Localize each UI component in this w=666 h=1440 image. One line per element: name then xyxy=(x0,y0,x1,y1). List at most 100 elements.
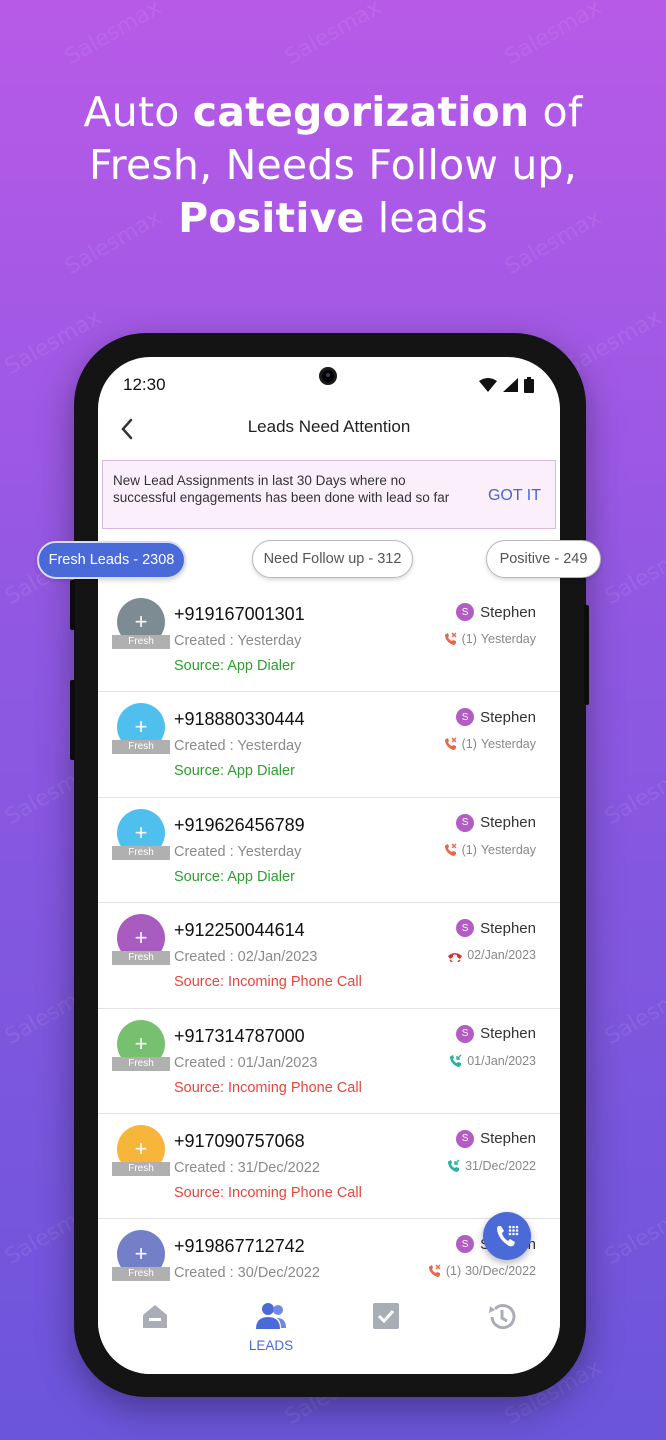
info-banner: New Lead Assignments in last 30 Days whe… xyxy=(102,460,556,529)
owner-name: Stephen xyxy=(480,1130,536,1148)
promo-headline: Auto categorization of Fresh, Needs Foll… xyxy=(83,88,583,242)
phone-side-button xyxy=(70,580,75,630)
lead-phone-number: +919167001301 xyxy=(174,604,305,624)
lead-created-date: Created : Yesterday xyxy=(174,633,302,649)
status-time: 12:30 xyxy=(123,375,166,394)
owner-name: Stephen xyxy=(480,1025,536,1043)
lead-source: Source: Incoming Phone Call xyxy=(174,1079,362,1096)
dialer-fab[interactable] xyxy=(483,1212,531,1260)
call-date: Yesterday xyxy=(480,737,536,752)
nav-leads[interactable]: LEADS xyxy=(241,1301,301,1353)
fresh-tag: Fresh xyxy=(112,845,170,860)
call-date: 31/Dec/2022 xyxy=(465,1158,536,1173)
call-count: (1) xyxy=(461,842,477,857)
missed-call-icon xyxy=(444,843,457,856)
lead-row[interactable]: + Fresh +919167001301 Created : Yesterda… xyxy=(98,587,560,693)
owner-name: Stephen xyxy=(480,708,536,726)
lead-owner: S Stephen xyxy=(456,813,536,832)
fresh-tag: Fresh xyxy=(112,1161,170,1176)
nav-leads-label: LEADS xyxy=(248,1338,294,1353)
lead-phone-number: +918880330444 xyxy=(174,709,305,730)
lead-source: Source: App Dialer xyxy=(174,868,295,885)
history-icon xyxy=(489,1304,516,1330)
got-it-button[interactable]: GOT IT xyxy=(488,487,541,505)
phone-side-button xyxy=(584,605,589,705)
lead-owner: S Stephen xyxy=(456,919,536,938)
watermark-text: Salesmax xyxy=(600,1195,666,1270)
last-call-info: 01/Jan/2023 xyxy=(449,1054,536,1068)
lead-phone-number: +917314787000 xyxy=(174,1025,305,1046)
tab-fresh-leads[interactable]: Fresh Leads - 2308 xyxy=(37,541,186,579)
lead-phone-number: +912250044614 xyxy=(174,920,305,941)
front-camera xyxy=(319,367,337,385)
incoming-call-icon xyxy=(450,1054,462,1067)
owner-avatar: S xyxy=(456,603,475,621)
lead-source: Source: Incoming Phone Call xyxy=(174,974,362,991)
owner-avatar: S xyxy=(456,708,475,727)
app-bar: Leads Need Attention xyxy=(98,409,560,449)
owner-name: Stephen xyxy=(480,919,536,937)
call-date: 02/Jan/2023 xyxy=(467,948,536,963)
tab-need-follow-up[interactable]: Need Follow up - 312 xyxy=(252,540,413,578)
tab-positive[interactable]: Positive - 249 xyxy=(486,540,601,578)
lead-row[interactable]: + Fresh +917314787000 Created : 01/Jan/2… xyxy=(98,1009,560,1114)
last-call-info: (1) Yesterday xyxy=(444,843,536,857)
missed-call-icon xyxy=(428,1264,441,1278)
lead-created-date: Created : 01/Jan/2023 xyxy=(174,1054,318,1071)
call-date: Yesterday xyxy=(480,632,536,646)
lead-row[interactable]: + Fresh +919626456789 Created : Yesterda… xyxy=(98,798,560,904)
owner-avatar: S xyxy=(456,1235,475,1254)
call-date: Yesterday xyxy=(480,842,536,857)
call-date: 30/Dec/2022 xyxy=(465,1264,536,1279)
watermark-text: Salesmax xyxy=(600,535,666,610)
watermark-text: Salesmax xyxy=(280,0,386,70)
leads-people-icon xyxy=(256,1303,286,1329)
call-count: (1) xyxy=(461,632,477,646)
owner-avatar: S xyxy=(456,1129,475,1148)
watermark-text: Salesmax xyxy=(500,0,606,70)
last-call-info: (1) Yesterday xyxy=(444,632,536,646)
lead-source: Source: Incoming Phone Call xyxy=(174,1184,362,1201)
fresh-tag: Fresh xyxy=(112,1267,170,1282)
dialpad-phone-icon xyxy=(497,1225,519,1247)
battery-icon xyxy=(524,377,534,393)
incoming-call-icon xyxy=(448,1159,460,1172)
fresh-tag: Fresh xyxy=(112,740,170,755)
status-icons xyxy=(479,377,534,393)
lead-created-date: Created : 30/Dec/2022 xyxy=(174,1265,320,1282)
lead-created-date: Created : 02/Jan/2023 xyxy=(174,949,318,966)
lead-phone-number: +917090757068 xyxy=(174,1130,305,1151)
owner-avatar: S xyxy=(456,813,475,832)
owner-name: Stephen xyxy=(480,603,536,621)
bottom-nav: LEADS xyxy=(98,1287,560,1374)
banner-text: New Lead Assignments in last 30 Days whe… xyxy=(113,473,450,505)
lead-phone-number: +919867712742 xyxy=(174,1236,305,1257)
lead-row[interactable]: + Fresh +918880330444 Created : Yesterda… xyxy=(98,692,560,798)
owner-name: Stephen xyxy=(480,814,536,832)
signal-icon xyxy=(503,378,518,392)
call-count: (1) xyxy=(445,1264,462,1279)
lead-created-date: Created : Yesterday xyxy=(174,738,302,755)
watermark-text: Salesmax xyxy=(600,975,666,1050)
lead-list: + Fresh +919167001301 Created : Yesterda… xyxy=(98,587,560,1325)
last-call-info: 02/Jan/2023 xyxy=(447,948,536,963)
home-icon xyxy=(143,1305,167,1328)
lead-source: Source: App Dialer xyxy=(174,658,295,674)
nav-home[interactable] xyxy=(125,1301,185,1336)
owner-avatar: S xyxy=(456,919,475,938)
lead-owner: S Stephen xyxy=(456,1024,536,1043)
last-call-info: (1) 30/Dec/2022 xyxy=(428,1264,536,1278)
phone-screen: 12:30 Leads Need Attention New Lead Assi… xyxy=(98,357,560,1374)
nav-tasks[interactable] xyxy=(356,1301,416,1336)
lead-source: Source: App Dialer xyxy=(174,763,295,780)
lead-owner: S Stephen xyxy=(456,603,536,621)
lead-owner: S Stephen xyxy=(456,1129,536,1148)
lead-row[interactable]: + Fresh +917090757068 Created : 31/Dec/2… xyxy=(98,1114,560,1220)
fresh-tag: Fresh xyxy=(112,1056,170,1071)
watermark-text: Salesmax xyxy=(600,755,666,830)
owner-avatar: S xyxy=(456,1024,475,1043)
missed-call-icon xyxy=(444,632,457,645)
lead-owner: S Stephen xyxy=(456,708,536,727)
nav-history[interactable] xyxy=(472,1301,532,1338)
lead-row[interactable]: + Fresh +912250044614 Created : 02/Jan/2… xyxy=(98,903,560,1009)
